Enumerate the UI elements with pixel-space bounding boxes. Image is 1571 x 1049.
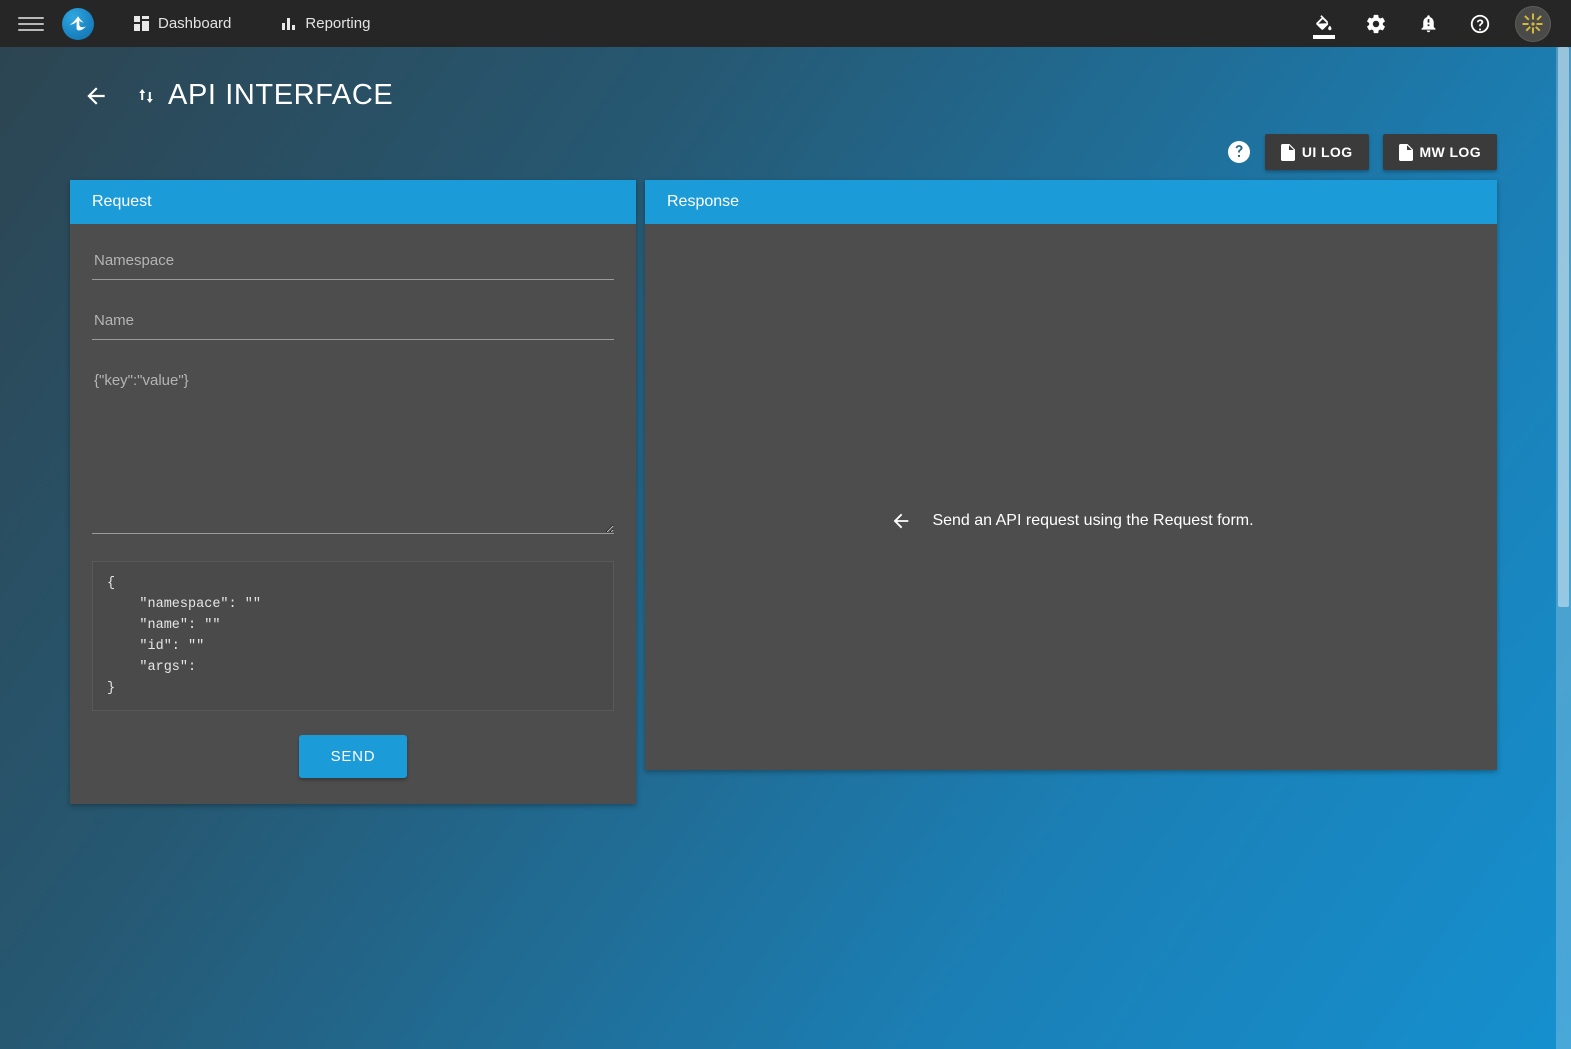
page-help-icon[interactable] (1227, 140, 1251, 164)
document-glyph (1398, 143, 1413, 161)
document-icon (1280, 143, 1295, 161)
arrow-left-glyph (894, 513, 909, 529)
response-empty-message: Send an API request using the Request fo… (932, 512, 1254, 529)
request-panel-header: Request (70, 180, 636, 224)
args-textarea[interactable] (92, 366, 614, 534)
panels-container: Request { "namespace": "" "name": "" "id… (0, 171, 1571, 804)
nav-item-reporting-label: Reporting (305, 15, 371, 32)
ui-log-button[interactable]: UI LOG (1264, 134, 1369, 170)
hamburger-bar (18, 22, 44, 25)
page-scrollbar-thumb[interactable] (1558, 47, 1569, 607)
name-field-wrap (92, 306, 614, 340)
notifications-bell-icon[interactable] (1411, 7, 1445, 41)
back-arrow-icon[interactable] (82, 82, 110, 110)
bar-chart-icon (281, 16, 296, 31)
response-panel-header: Response (645, 180, 1497, 224)
gear-glyph (1367, 14, 1385, 33)
mw-log-button[interactable]: MW LOG (1382, 134, 1497, 170)
request-json-preview: { "namespace": "" "name": "" "id": "" "a… (92, 561, 614, 711)
page-title: API INTERFACE (168, 79, 394, 111)
top-navigation-bar: Dashboard Reporting (0, 0, 1571, 47)
page-scrollbar-track[interactable] (1556, 47, 1571, 1049)
brand-glyph (69, 15, 86, 30)
brand-logo-icon[interactable] (62, 7, 94, 40)
document-glyph (1280, 143, 1295, 161)
request-panel: Request { "namespace": "" "name": "" "id… (70, 180, 636, 804)
nav-item-dashboard[interactable]: Dashboard (126, 9, 245, 38)
user-avatar[interactable] (1515, 5, 1551, 42)
dashboard-grid-icon (134, 16, 149, 31)
arrow-left-icon (888, 510, 914, 532)
bell-alert-glyph (1421, 15, 1435, 33)
namespace-field-wrap (92, 246, 614, 280)
arrow-left-glyph (87, 86, 105, 105)
sort-arrows-icon (136, 84, 156, 108)
help-glyph (1470, 14, 1490, 33)
ui-log-label: UI LOG (1301, 144, 1353, 160)
send-button[interactable]: SEND (298, 735, 408, 778)
response-panel-body: Send an API request using the Request fo… (645, 224, 1497, 770)
request-panel-title: Request (92, 193, 152, 210)
document-icon (1398, 143, 1413, 161)
help-filled-glyph (1227, 141, 1250, 163)
nav-item-dashboard-label: Dashboard (158, 15, 232, 32)
response-panel: Response Send an API request using the R… (645, 180, 1497, 770)
page-action-bar: UI LOG MW LOG (0, 119, 1571, 171)
hamburger-bar (18, 16, 44, 19)
namespace-input[interactable] (92, 246, 614, 280)
response-empty-state: Send an API request using the Request fo… (888, 272, 1254, 770)
theme-paint-icon[interactable] (1307, 7, 1341, 41)
request-panel-body: { "namespace": "" "name": "" "id": "" "a… (70, 224, 636, 804)
topbar-left-group: Dashboard Reporting (18, 7, 412, 40)
hamburger-menu-icon[interactable] (18, 11, 44, 37)
mw-log-label: MW LOG (1419, 144, 1481, 160)
avatar-glyph (1519, 9, 1547, 38)
paint-bucket-glyph (1316, 14, 1332, 30)
swap-vertical-glyph (139, 88, 153, 103)
nav-item-reporting[interactable]: Reporting (273, 9, 384, 38)
page-header: API INTERFACE (0, 47, 1571, 119)
hamburger-bar (18, 28, 44, 31)
help-circle-icon[interactable] (1463, 7, 1497, 41)
settings-gear-icon[interactable] (1359, 7, 1393, 41)
topbar-right-group (1307, 5, 1557, 42)
response-panel-title: Response (667, 193, 740, 210)
args-field-wrap (92, 366, 614, 539)
send-button-wrap: SEND (92, 735, 614, 778)
name-input[interactable] (92, 306, 614, 340)
